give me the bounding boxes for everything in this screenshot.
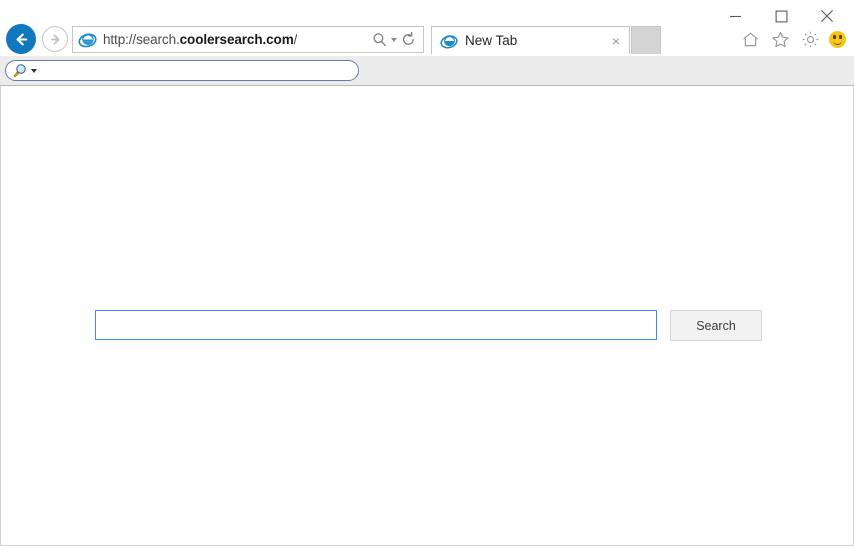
minimize-button[interactable] — [712, 3, 758, 29]
maximize-button[interactable] — [758, 3, 804, 29]
toolbar-search-input[interactable] — [5, 60, 359, 81]
forward-button[interactable] — [42, 26, 68, 52]
smiley-eye-right — [839, 35, 842, 39]
address-bar-icons — [371, 31, 417, 48]
internet-explorer-icon — [78, 33, 97, 48]
tools-button[interactable] — [799, 28, 821, 50]
url-prefix: http://search. — [103, 32, 180, 47]
address-bar-url: http://search.coolersearch.com/ — [103, 32, 297, 47]
close-icon — [821, 10, 833, 22]
tab-close-icon[interactable]: × — [612, 34, 620, 48]
window-controls — [712, 3, 850, 29]
page-content: Search — [0, 86, 854, 546]
chevron-down-icon[interactable] — [391, 37, 397, 42]
browser-tab[interactable]: New Tab × — [431, 26, 630, 54]
chevron-down-icon[interactable] — [31, 68, 37, 73]
maximize-icon — [775, 10, 787, 22]
addon-toolbar: SEARCH Stream Content DRAFTKINGS — [0, 56, 854, 139]
url-domain: coolersearch.com — [179, 32, 294, 47]
minimize-icon — [729, 15, 741, 17]
smiley-mouth — [832, 40, 843, 45]
favorites-star-icon — [771, 31, 789, 47]
arrow-right-icon — [50, 34, 59, 44]
arrow-left-icon — [16, 33, 27, 45]
search-icon[interactable] — [371, 31, 388, 48]
browser-window: http://search.coolersearch.com/ New Tab — [0, 0, 854, 546]
address-bar[interactable]: http://search.coolersearch.com/ — [72, 26, 424, 53]
refresh-icon[interactable] — [400, 31, 417, 48]
magnifier-gold-icon — [13, 64, 26, 78]
new-tab-button[interactable] — [631, 26, 661, 54]
search-button[interactable]: Search — [670, 310, 762, 341]
navigation-bar: http://search.coolersearch.com/ New Tab — [0, 0, 854, 56]
search-input[interactable] — [95, 310, 657, 340]
home-button[interactable] — [739, 28, 761, 50]
favorites-button[interactable] — [769, 28, 791, 50]
home-icon — [742, 32, 758, 46]
feedback-smiley-icon[interactable] — [829, 30, 846, 48]
tools-gear-icon — [802, 31, 818, 47]
command-bar-icons — [739, 28, 846, 50]
close-button[interactable] — [804, 3, 850, 29]
internet-explorer-icon — [440, 34, 458, 48]
back-button[interactable] — [6, 24, 36, 54]
tab-title: New Tab — [465, 33, 518, 48]
url-suffix: / — [293, 32, 298, 47]
smiley-eye-left — [833, 35, 836, 39]
